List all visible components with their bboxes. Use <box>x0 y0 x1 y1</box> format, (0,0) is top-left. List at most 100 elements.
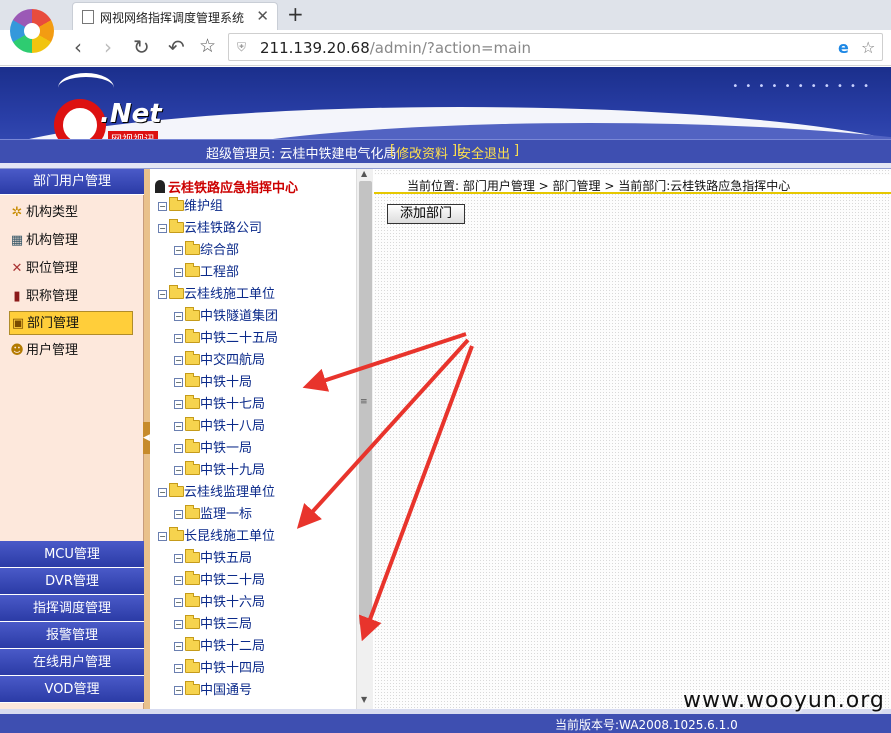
tree-node[interactable]: − 中铁二十五局 <box>174 329 278 349</box>
browser-logo[interactable] <box>10 9 54 53</box>
ie-icon[interactable]: e <box>838 38 849 57</box>
tree-node[interactable]: − 中铁五局 <box>174 549 252 569</box>
sidebar-section-vod[interactable]: VOD管理 <box>0 676 144 703</box>
expand-toggle-icon[interactable]: − <box>174 554 183 563</box>
card-icon: ▦ <box>10 233 24 248</box>
sidebar-item-label: 用户管理 <box>26 343 79 358</box>
tree-node[interactable]: − 中铁十九局 <box>174 461 265 481</box>
main-content: 当前位置: 部门用户管理 > 部门管理 > 当前部门:云桂铁路应急指挥中心 添加… <box>374 169 891 709</box>
logout-link[interactable]: 安全退出 <box>458 143 510 162</box>
tree-node-label: 中铁十八局 <box>200 419 266 434</box>
sidebar-section-mcu[interactable]: MCU管理 <box>0 541 144 568</box>
sidebar-section-online-users[interactable]: 在线用户管理 <box>0 649 144 676</box>
tree-node-label: 云桂线监理单位 <box>184 485 276 500</box>
folder-icon <box>185 659 200 673</box>
expand-toggle-icon[interactable]: − <box>158 488 167 497</box>
department-icon: ▣ <box>11 316 25 331</box>
sidebar-section-dept-users[interactable]: 部门用户管理 <box>0 169 144 195</box>
tree-node[interactable]: − 中铁十四局 <box>174 659 265 679</box>
tree-scrollbar[interactable]: ▲ ≡ ▼ <box>356 169 373 709</box>
sidebar-section-dispatch[interactable]: 指挥调度管理 <box>0 595 144 622</box>
expand-toggle-icon[interactable]: − <box>174 598 183 607</box>
sidebar-item-department[interactable]: ▣ 部门管理 <box>9 311 133 335</box>
folder-icon <box>185 373 200 387</box>
expand-toggle-icon[interactable]: − <box>158 532 167 541</box>
close-tab-icon[interactable]: ✕ <box>256 7 269 25</box>
tree-node[interactable]: − 中铁十二局 <box>174 637 265 657</box>
back-icon[interactable]: ‹ <box>74 35 82 59</box>
sidebar-item-label: 职称管理 <box>26 289 79 304</box>
tree-root[interactable]: 云桂铁路应急指挥中心 <box>155 177 298 196</box>
expand-toggle-icon[interactable]: − <box>174 576 183 585</box>
browser-tab-bar: 网视网络指挥调度管理系统 ✕ + <box>0 0 891 30</box>
expand-toggle-icon[interactable]: − <box>174 642 183 651</box>
tree-node-label: 中铁隧道集团 <box>200 309 279 324</box>
expand-toggle-icon[interactable]: − <box>174 664 183 673</box>
tree-node[interactable]: − 工程部 <box>174 263 239 283</box>
expand-toggle-icon[interactable]: − <box>174 620 183 629</box>
forward-icon[interactable]: › <box>104 35 112 59</box>
bookmark-star-icon[interactable]: ☆ <box>199 35 216 57</box>
folder-icon <box>185 439 200 453</box>
expand-toggle-icon[interactable]: − <box>174 686 183 695</box>
undo-icon[interactable]: ↶ <box>168 35 185 59</box>
expand-toggle-icon[interactable]: − <box>158 224 167 233</box>
tree-node[interactable]: − 综合部 <box>174 241 239 261</box>
expand-toggle-icon[interactable]: − <box>174 246 183 255</box>
sidebar-item-org-type[interactable]: ✲ 机构类型 <box>9 201 133 225</box>
tree-node[interactable]: − 中铁二十局 <box>174 571 265 591</box>
tree-node-label: 云桂铁路公司 <box>184 221 263 236</box>
expand-toggle-icon[interactable]: − <box>174 334 183 343</box>
folder-icon <box>185 307 200 321</box>
tree-node-label: 监理一标 <box>200 507 253 522</box>
tree-node-label: 中铁十六局 <box>200 595 266 610</box>
sidebar-item-users[interactable]: ☻ 用户管理 <box>9 339 133 363</box>
favorite-star-icon[interactable]: ☆ <box>861 38 875 57</box>
folder-icon <box>185 571 200 585</box>
tree-node[interactable]: − 中国通号 <box>174 681 252 701</box>
expand-toggle-icon[interactable]: − <box>174 312 183 321</box>
sidebar-section-alarm[interactable]: 报警管理 <box>0 622 144 649</box>
tree-node[interactable]: − 中交四航局 <box>174 351 265 371</box>
expand-toggle-icon[interactable]: − <box>174 378 183 387</box>
sidebar-bottom-menus: MCU管理 DVR管理 指挥调度管理 报警管理 在线用户管理 VOD管理 <box>0 541 144 703</box>
collapse-sidebar-icon[interactable]: ◀ <box>143 422 150 454</box>
expand-toggle-icon[interactable]: − <box>174 466 183 475</box>
sidebar-item-label: 机构管理 <box>26 233 79 248</box>
tree-node[interactable]: − 中铁十局 <box>174 373 252 393</box>
scroll-up-icon[interactable]: ▲ <box>361 169 367 178</box>
expand-toggle-icon[interactable]: − <box>174 422 183 431</box>
tools-icon: ✕ <box>11 261 23 276</box>
tree-node[interactable]: − 中铁十六局 <box>174 593 265 613</box>
tree-node[interactable]: − 长昆线施工单位 <box>158 527 275 547</box>
expand-toggle-icon[interactable]: − <box>174 400 183 409</box>
edit-profile-link[interactable]: 修改资料 <box>396 143 448 162</box>
tree-node[interactable]: − 云桂铁路公司 <box>158 219 262 239</box>
expand-toggle-icon[interactable]: − <box>158 202 167 211</box>
tree-node[interactable]: − 云桂线施工单位 <box>158 285 275 305</box>
expand-toggle-icon[interactable]: − <box>174 444 183 453</box>
expand-toggle-icon[interactable]: − <box>174 268 183 277</box>
scroll-down-icon[interactable]: ▼ <box>361 695 367 704</box>
new-tab-icon[interactable]: + <box>287 2 304 26</box>
tree-node[interactable]: − 监理一标 <box>174 505 252 525</box>
sidebar-section-dvr[interactable]: DVR管理 <box>0 568 144 595</box>
tree-node[interactable]: − 维护组 <box>158 197 223 217</box>
tree-node[interactable]: − 中铁三局 <box>174 615 252 635</box>
sidebar-item-position[interactable]: ✕ 职位管理 <box>9 257 133 281</box>
expand-toggle-icon[interactable]: − <box>174 356 183 365</box>
tree-node[interactable]: − 中铁十八局 <box>174 417 265 437</box>
add-department-button[interactable]: 添加部门 <box>387 204 465 224</box>
url-input[interactable]: ⛨ 211.139.20.68/admin/?action=main e ☆ <box>228 33 883 61</box>
tree-node[interactable]: − 中铁十七局 <box>174 395 265 415</box>
reload-icon[interactable]: ↻ <box>133 35 150 59</box>
expand-toggle-icon[interactable]: − <box>158 290 167 299</box>
expand-toggle-icon[interactable]: − <box>174 510 183 519</box>
tree-node[interactable]: − 中铁一局 <box>174 439 252 459</box>
tree-node-label: 维护组 <box>184 199 224 214</box>
tree-node[interactable]: − 中铁隧道集团 <box>174 307 278 327</box>
tree-node[interactable]: − 云桂线监理单位 <box>158 483 275 503</box>
sidebar-item-org-manage[interactable]: ▦ 机构管理 <box>9 229 133 253</box>
browser-tab[interactable]: 网视网络指挥调度管理系统 ✕ <box>72 2 278 30</box>
sidebar-item-title[interactable]: ▮ 职称管理 <box>9 285 133 309</box>
